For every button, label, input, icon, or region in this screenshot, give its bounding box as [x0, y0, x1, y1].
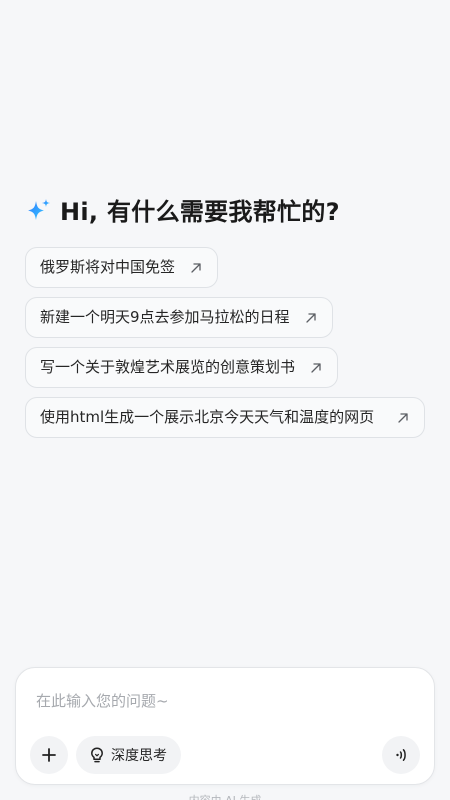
ai-disclaimer: 内容由 AI 生成: [0, 792, 450, 800]
deep-think-label: 深度思考: [111, 748, 167, 764]
prompt-input[interactable]: [36, 688, 416, 714]
message-composer: 深度思考: [15, 667, 435, 785]
arrow-up-right-icon: [305, 313, 316, 323]
suggestion-label: 写一个关于敦煌艺术展览的创意策划书: [40, 358, 296, 376]
chat-home-screen: Hi, 有什么需要我帮忙的? 俄罗斯将对中国免签 新建一个明天9点去参加马拉松的…: [0, 0, 450, 800]
sound-wave-icon: [396, 749, 406, 761]
deep-think-button[interactable]: 深度思考: [76, 736, 181, 774]
composer-toolbar: 深度思考: [30, 736, 420, 774]
lightbulb-icon: [91, 747, 103, 763]
voice-input-button[interactable]: [382, 736, 420, 774]
suggestion-label: 使用html生成一个展示北京今天天气和温度的网页: [40, 408, 375, 426]
plus-icon: [42, 748, 56, 762]
suggestion-chip-4[interactable]: 使用html生成一个展示北京今天天气和温度的网页: [25, 397, 425, 438]
greeting: Hi, 有什么需要我帮忙的?: [26, 192, 340, 227]
greeting-title: Hi, 有什么需要我帮忙的?: [60, 198, 340, 226]
suggestion-label: 俄罗斯将对中国免签: [40, 258, 176, 276]
suggestion-chip-2[interactable]: 新建一个明天9点去参加马拉松的日程: [25, 297, 333, 338]
arrow-up-right-icon: [311, 363, 321, 373]
suggestion-chip-3[interactable]: 写一个关于敦煌艺术展览的创意策划书: [25, 347, 339, 388]
arrow-up-right-icon: [191, 263, 201, 273]
arrow-up-right-icon: [398, 413, 408, 423]
suggestion-label: 新建一个明天9点去参加马拉松的日程: [40, 308, 290, 326]
suggestion-chip-1[interactable]: 俄罗斯将对中国免签: [25, 247, 219, 288]
suggestion-list: 俄罗斯将对中国免签 新建一个明天9点去参加马拉松的日程 写一个关于敦煌艺术展览的…: [25, 247, 425, 447]
sparkle-icon: [28, 198, 50, 220]
add-attachment-button[interactable]: [30, 736, 68, 774]
